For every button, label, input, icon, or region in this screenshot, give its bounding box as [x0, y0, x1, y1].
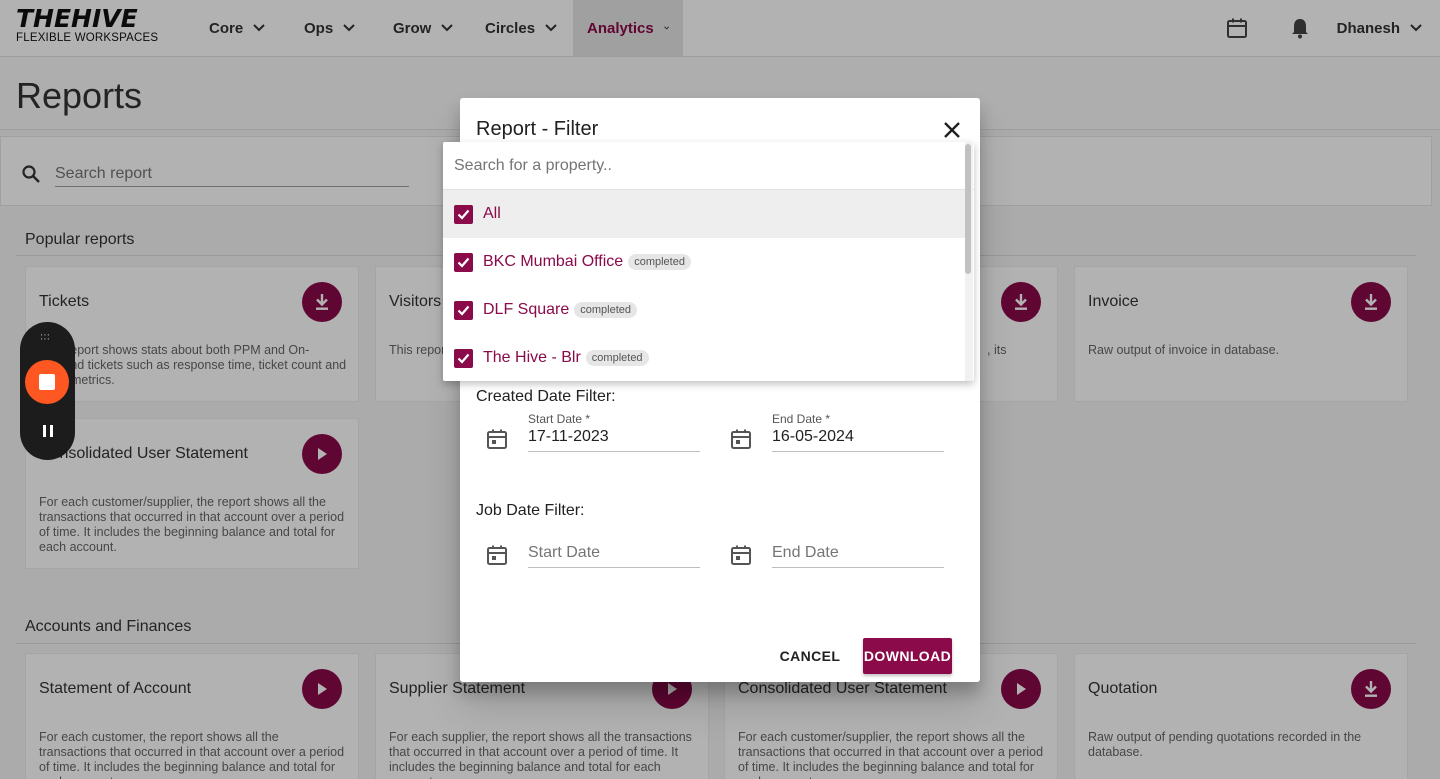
- property-search-input[interactable]: Search for a property..: [443, 142, 974, 190]
- job-end-date-input[interactable]: End Date: [772, 542, 944, 568]
- status-badge: completed: [628, 254, 691, 270]
- checkbox-checked-icon[interactable]: [454, 204, 473, 224]
- job-start-date-field[interactable]: Start Date: [486, 528, 702, 576]
- checkbox-checked-icon[interactable]: [454, 252, 473, 272]
- calendar-icon[interactable]: [730, 428, 752, 450]
- property-name: BKC Mumbai Office: [483, 253, 624, 270]
- close-icon[interactable]: [942, 120, 962, 140]
- dialog-title: Report - Filter: [476, 118, 599, 140]
- property-option-all[interactable]: All: [443, 190, 965, 238]
- property-name: The Hive - Blr: [483, 349, 581, 366]
- checkbox-checked-icon[interactable]: [454, 300, 473, 320]
- end-date-input[interactable]: 16-05-2024: [772, 426, 944, 452]
- start-date-label: Start Date *: [528, 412, 591, 426]
- screen-recorder-widget[interactable]: ⋯ ⋯: [20, 322, 75, 460]
- drag-handle-icon[interactable]: ⋯ ⋯: [40, 331, 51, 345]
- calendar-icon[interactable]: [486, 428, 508, 450]
- end-date-label: End Date *: [772, 412, 831, 426]
- job-date-filter-label: Job Date Filter:: [476, 502, 585, 519]
- scrollbar-thumb[interactable]: [965, 144, 971, 274]
- calendar-icon[interactable]: [486, 544, 508, 566]
- calendar-icon[interactable]: [730, 544, 752, 566]
- download-button[interactable]: DOWNLOAD: [863, 638, 952, 674]
- created-end-date-field[interactable]: End Date * 16-05-2024: [730, 412, 946, 460]
- property-option[interactable]: The Hive - Blr completed: [443, 334, 965, 381]
- status-badge: completed: [574, 302, 638, 318]
- created-start-date-field[interactable]: Start Date * 17-11-2023: [486, 412, 702, 460]
- checkbox-checked-icon[interactable]: [454, 348, 473, 368]
- start-date-input[interactable]: 17-11-2023: [528, 426, 700, 452]
- cancel-button[interactable]: CANCEL: [774, 639, 846, 673]
- scrollbar[interactable]: [965, 142, 973, 381]
- job-start-date-input[interactable]: Start Date: [528, 542, 700, 568]
- created-date-filter-label: Created Date Filter:: [476, 388, 616, 405]
- pause-icon[interactable]: [41, 424, 55, 438]
- property-option[interactable]: DLF Square completed: [443, 286, 965, 334]
- job-end-date-field[interactable]: End Date: [730, 528, 946, 576]
- property-name: All: [483, 205, 501, 222]
- property-option[interactable]: BKC Mumbai Office completed: [443, 238, 965, 286]
- property-name: DLF Square: [483, 301, 570, 318]
- status-badge: completed: [585, 350, 649, 366]
- stop-icon: [39, 374, 55, 390]
- property-select-panel: Search for a property.. All BKC Mumbai O…: [443, 142, 974, 381]
- stop-recording-button[interactable]: [25, 360, 69, 404]
